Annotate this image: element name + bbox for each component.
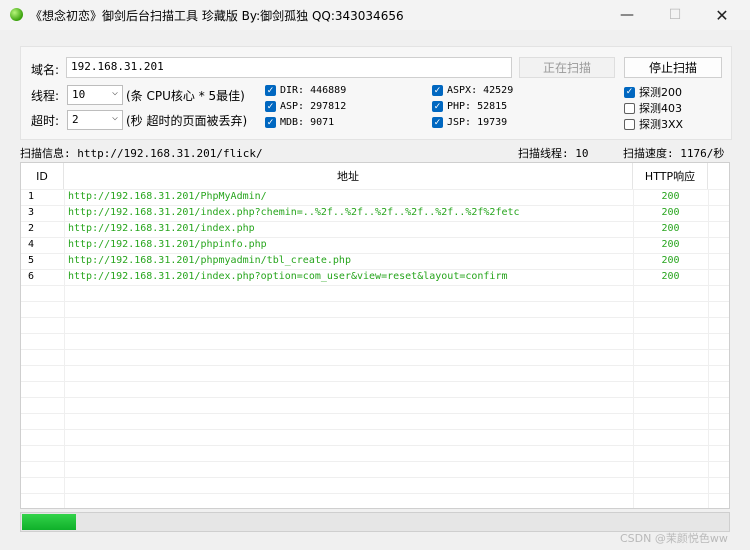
dict-label: MDB: 9071	[280, 117, 335, 128]
maximize-button: ☐	[668, 7, 682, 23]
timeout-hint: (秒 超时的页面被丢弃)	[126, 114, 248, 128]
table-header: ID 地址 HTTP响应	[21, 163, 729, 189]
threads-select[interactable]: 10 ⌵	[67, 85, 123, 105]
domain-input[interactable]: 192.168.31.201	[66, 57, 512, 78]
checkbox-checked-icon: ✓	[624, 86, 635, 98]
row-divider	[21, 461, 729, 462]
checkbox-empty-icon	[624, 102, 635, 114]
cell-url: http://192.168.31.201/index.php?option=c…	[68, 271, 508, 282]
scan-threads: 扫描线程: 10	[518, 147, 589, 160]
row-divider	[21, 445, 729, 446]
cell-http-code: 200	[661, 223, 680, 234]
row-divider	[21, 429, 729, 430]
chevron-down-icon: ⌵	[111, 112, 118, 123]
dict-label: ASP: 297812	[280, 101, 347, 112]
checkbox-checked-icon: ✓	[265, 85, 276, 96]
dict-checkbox-php[interactable]: ✓ PHP: 52815	[432, 101, 507, 112]
timeout-label: 超时:	[31, 114, 60, 128]
scan-speed: 扫描速度: 1176/秒	[623, 147, 725, 160]
cell-id: 3	[28, 207, 35, 218]
dict-checkbox-jsp[interactable]: ✓ JSP: 19739	[432, 117, 507, 128]
app-icon	[10, 8, 23, 21]
column-header-id[interactable]: ID	[21, 163, 64, 189]
cell-http-code: 200	[661, 239, 680, 250]
cell-url: http://192.168.31.201/index.php?chemin=.…	[68, 207, 520, 218]
dict-checkbox-dir[interactable]: ✓ DIR: 446889	[265, 85, 346, 96]
cell-http-code: 200	[661, 191, 680, 202]
row-divider	[21, 301, 729, 302]
row-divider	[21, 413, 729, 414]
dict-checkbox-asp[interactable]: ✓ ASP: 297812	[265, 101, 346, 112]
row-divider	[21, 381, 729, 382]
table-row[interactable]: 5 http://192.168.31.201/phpmyadmin/tbl_cr…	[21, 253, 729, 269]
scan-progress-bar	[20, 512, 730, 532]
cell-id: 6	[28, 271, 35, 282]
checkbox-checked-icon: ✓	[265, 101, 276, 112]
cell-url: http://192.168.31.201/PhpMyAdmin/	[68, 191, 267, 202]
row-divider	[21, 493, 729, 494]
chevron-down-icon: ⌵	[111, 87, 118, 98]
window-title: 《想念初恋》御剑后台扫描工具 珍藏版 By:御剑孤独 QQ:343034656	[30, 9, 404, 23]
dict-checkbox-mdb[interactable]: ✓ MDB: 9071	[265, 117, 334, 128]
watermark: CSDN @茉颜悦色ww	[620, 532, 728, 545]
checkbox-empty-icon	[624, 118, 635, 130]
row-divider	[21, 477, 729, 478]
threads-label: 线程:	[31, 89, 60, 103]
column-header-http[interactable]: HTTP响应	[633, 163, 708, 189]
row-divider	[21, 365, 729, 366]
cell-http-code: 200	[661, 271, 680, 282]
cell-id: 2	[28, 223, 35, 234]
dict-checkbox-aspx[interactable]: ✓ ASPX: 42529	[432, 85, 513, 96]
close-button[interactable]: ✕	[699, 0, 745, 30]
cell-id: 5	[28, 255, 35, 266]
detect-label: 探测200	[639, 86, 682, 99]
column-header-filler	[708, 163, 729, 189]
detect-label: 探测3XX	[639, 118, 684, 131]
detect-3xx-checkbox[interactable]: 探测3XX	[624, 116, 683, 132]
threads-hint: (条 CPU核心 * 5最佳)	[126, 89, 245, 103]
row-divider	[21, 333, 729, 334]
dict-label: PHP: 52815	[447, 101, 508, 112]
minimize-button[interactable]: —	[604, 0, 650, 30]
row-divider	[21, 397, 729, 398]
title-bar[interactable]: 《想念初恋》御剑后台扫描工具 珍藏版 By:御剑孤独 QQ:343034656 …	[0, 0, 750, 30]
table-row[interactable]: 1 http://192.168.31.201/PhpMyAdmin/200	[21, 189, 729, 205]
cell-id: 1	[28, 191, 35, 202]
cell-http-code: 200	[661, 255, 680, 266]
table-row[interactable]: 3 http://192.168.31.201/index.php?chemin=…	[21, 205, 729, 221]
timeout-select[interactable]: 2 ⌵	[67, 110, 123, 130]
cell-url: http://192.168.31.201/phpinfo.php	[68, 239, 267, 250]
stop-scan-button[interactable]: 停止扫描	[624, 57, 722, 78]
table-row[interactable]: 6 http://192.168.31.201/index.php?option=…	[21, 269, 729, 285]
domain-label: 域名:	[31, 63, 60, 77]
scanning-button: 正在扫描	[519, 57, 615, 78]
timeout-value: 2	[72, 113, 79, 126]
row-divider	[21, 317, 729, 318]
results-table[interactable]: ID 地址 HTTP响应 1 http://192.168.31.201/PhpM…	[20, 162, 730, 509]
checkbox-checked-icon: ✓	[432, 85, 443, 96]
checkbox-checked-icon: ✓	[265, 117, 276, 128]
dict-label: JSP: 19739	[447, 117, 508, 128]
dict-label: ASPX: 42529	[447, 85, 514, 96]
detect-200-checkbox[interactable]: ✓ 探测200	[624, 84, 682, 100]
cell-http-code: 200	[661, 207, 680, 218]
scan-info: 扫描信息: http://192.168.31.201/flick/	[20, 147, 263, 160]
table-row[interactable]: 4 http://192.168.31.201/phpinfo.php 200	[21, 237, 729, 253]
checkbox-checked-icon: ✓	[432, 117, 443, 128]
cell-url: http://192.168.31.201/index.php	[68, 223, 255, 234]
checkbox-checked-icon: ✓	[432, 101, 443, 112]
table-row[interactable]: 2 http://192.168.31.201/index.php 200	[21, 221, 729, 237]
row-divider	[21, 349, 729, 350]
detect-403-checkbox[interactable]: 探测403	[624, 100, 682, 116]
threads-value: 10	[72, 88, 86, 101]
cell-url: http://192.168.31.201/phpmyadmin/tbl_cre…	[68, 255, 351, 266]
app-window: 《想念初恋》御剑后台扫描工具 珍藏版 By:御剑孤独 QQ:343034656 …	[0, 0, 750, 550]
column-header-url[interactable]: 地址	[64, 163, 633, 189]
dict-label: DIR: 446889	[280, 85, 347, 96]
cell-id: 4	[28, 239, 35, 250]
progress-fill	[22, 514, 76, 530]
row-divider	[21, 285, 729, 286]
detect-label: 探测403	[639, 102, 682, 115]
